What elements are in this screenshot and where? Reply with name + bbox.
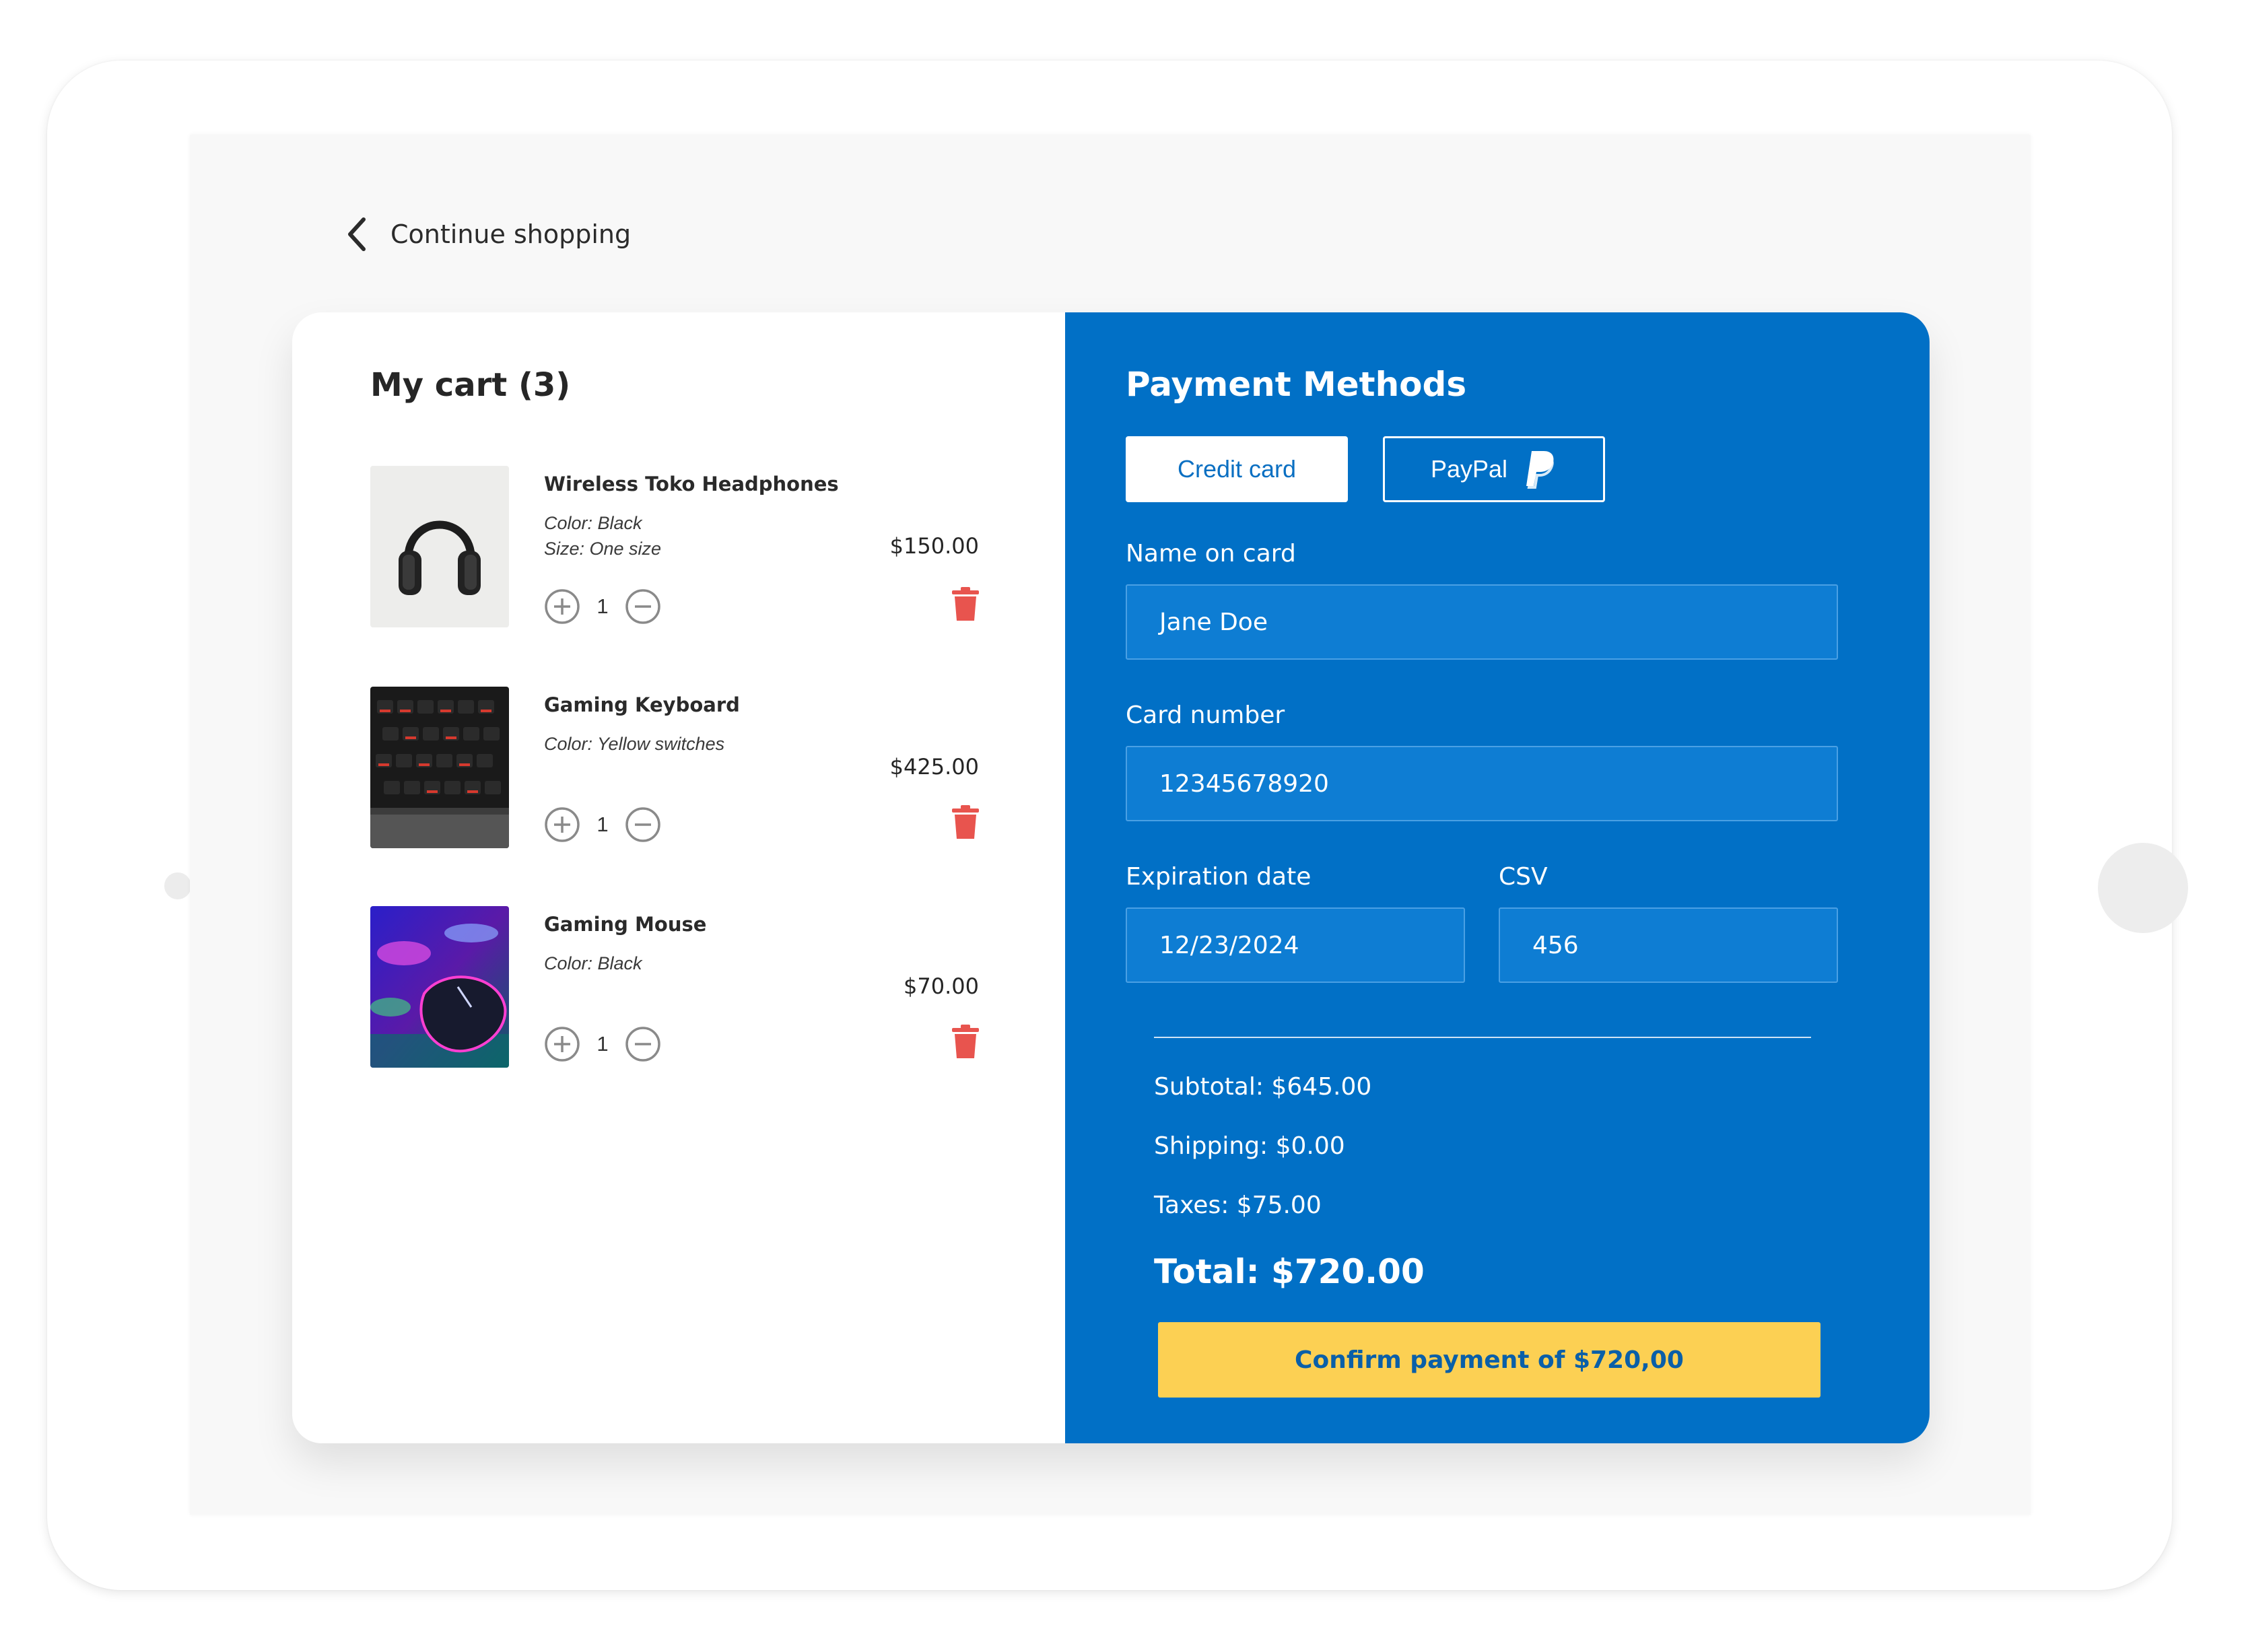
item-price: $150.00: [889, 533, 979, 559]
minus-circle-icon[interactable]: [625, 1026, 661, 1062]
quantity-stepper: 1: [544, 806, 661, 843]
cart-item: Gaming Keyboard Color: Yellow switches $…: [370, 687, 979, 851]
item-attr: Size: One size: [544, 539, 662, 559]
chevron-left-icon: [348, 217, 366, 251]
item-price: $425.00: [889, 754, 979, 780]
trash-icon[interactable]: [952, 805, 979, 840]
product-image-headphones: [370, 466, 509, 627]
paypal-icon: [1526, 451, 1554, 489]
item-name: Gaming Mouse: [544, 913, 707, 936]
plus-circle-icon[interactable]: [544, 1026, 580, 1062]
cart-title: My cart (3): [370, 366, 571, 404]
cart-panel: My cart (3) Wireless Toko Headphones Col…: [292, 312, 1065, 1443]
continue-shopping-label: Continue shopping: [390, 219, 632, 249]
name-on-card-input[interactable]: Jane Doe: [1126, 584, 1838, 660]
credit-card-tab-label: Credit card: [1177, 455, 1297, 483]
paypal-tab[interactable]: PayPal: [1383, 436, 1605, 502]
name-on-card-label: Name on card: [1126, 540, 1296, 567]
paypal-tab-label: PayPal: [1430, 455, 1508, 483]
item-name: Gaming Keyboard: [544, 693, 740, 716]
cart-item: Wireless Toko Headphones Color: Black Si…: [370, 466, 979, 630]
item-name: Wireless Toko Headphones: [544, 473, 839, 495]
payment-panel: Payment Methods Credit card PayPal Name …: [1065, 312, 1930, 1443]
item-attr: Color: Yellow switches: [544, 734, 725, 754]
item-price: $70.00: [904, 973, 979, 999]
subtotal-text: Subtotal: $645.00: [1154, 1073, 1372, 1101]
card-number-label: Card number: [1126, 701, 1285, 729]
quantity-stepper: 1: [544, 588, 661, 625]
quantity-stepper: 1: [544, 1026, 661, 1062]
csv-input[interactable]: 456: [1499, 907, 1838, 983]
taxes-text: Taxes: $75.00: [1154, 1192, 1322, 1219]
summary-divider: [1154, 1037, 1811, 1038]
confirm-payment-button[interactable]: Confirm payment of $720,00: [1158, 1322, 1820, 1398]
product-image-mouse: [370, 906, 509, 1068]
tablet-home-button[interactable]: [2098, 843, 2188, 933]
quantity-value: 1: [597, 813, 609, 836]
plus-circle-icon[interactable]: [544, 806, 580, 843]
item-attr: Color: Black: [544, 513, 642, 533]
payment-title: Payment Methods: [1126, 365, 1467, 404]
trash-icon[interactable]: [952, 1025, 979, 1060]
expiration-date-input[interactable]: 12/23/2024: [1126, 907, 1465, 983]
checkout-card: My cart (3) Wireless Toko Headphones Col…: [292, 312, 1930, 1443]
confirm-payment-label: Confirm payment of $720,00: [1295, 1346, 1684, 1374]
continue-shopping-link[interactable]: Continue shopping: [342, 211, 631, 257]
trash-icon[interactable]: [952, 587, 979, 622]
minus-circle-icon[interactable]: [625, 588, 661, 625]
plus-circle-icon[interactable]: [544, 588, 580, 625]
minus-circle-icon[interactable]: [625, 806, 661, 843]
expiration-date-label: Expiration date: [1126, 863, 1312, 891]
total-text: Total: $720.00: [1154, 1252, 1425, 1291]
quantity-value: 1: [597, 1032, 609, 1056]
product-image-keyboard: [370, 687, 509, 848]
quantity-value: 1: [597, 594, 609, 618]
shipping-text: Shipping: $0.00: [1154, 1132, 1345, 1160]
item-attr: Color: Black: [544, 953, 642, 973]
credit-card-tab[interactable]: Credit card: [1126, 436, 1348, 502]
tablet-camera: [164, 872, 191, 899]
card-number-input[interactable]: 12345678920: [1126, 746, 1838, 821]
cart-item: Gaming Mouse Color: Black $70.00 1: [370, 906, 979, 1070]
csv-label: CSV: [1499, 863, 1548, 891]
